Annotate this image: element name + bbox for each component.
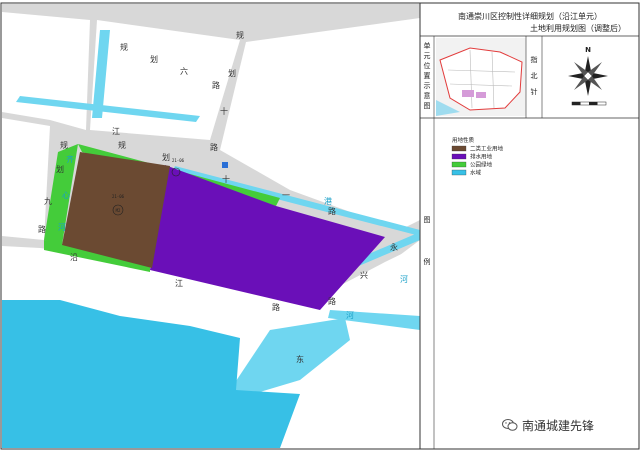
legend-label-water: 水域 [470, 169, 482, 177]
road-shi-yi-lu-char-0: 十 [222, 174, 230, 184]
road-gui-hua-liu-char-0: 规 [120, 42, 128, 52]
land-use-map: 21-06 M2 21-06 规 划 六 路 规 划 十 路 江 规 划 十 一… [0, 2, 640, 450]
watermark: 南通城建先锋 [502, 416, 594, 434]
legend-label-char-1: 例 [424, 257, 431, 266]
unit-location-label: 单 元 位 置 示 意 图 [424, 41, 431, 110]
road-gui-hua-liu-char-3: 路 [212, 80, 220, 90]
road-gui-hua-shi-char-0: 规 [236, 30, 244, 40]
road-jiang-gui-hua-char-2: 划 [162, 152, 170, 162]
unit-label-char-4: 示 [424, 82, 431, 90]
north-label: 指 北 针 [531, 55, 538, 96]
scale-bar-seg-2 [589, 102, 598, 105]
minimap-site-2 [476, 92, 486, 98]
north-label-char-0: 指 [531, 55, 538, 64]
road-shi-yi-lu-char-1: 一 [282, 191, 290, 200]
block-west [2, 118, 50, 240]
road-jiang-gui-hua-char-1: 规 [118, 140, 126, 150]
industrial-parcel-sub: M2 [116, 208, 121, 213]
water-qi-xin-he-char-0: 齐 [66, 154, 74, 164]
north-letter: N [585, 46, 591, 54]
legend-swatch-industrial [451, 145, 467, 152]
water-qi-xin-he-char-1: 心 [62, 191, 70, 200]
legend-swatch-green [451, 161, 467, 168]
road-yan-jiang-char-0: 沿 [70, 253, 78, 262]
legend-swatch-water [451, 169, 467, 176]
unit-label-char-3: 置 [424, 72, 431, 80]
unit-label-char-1: 元 [424, 52, 431, 60]
block-nw [2, 12, 90, 130]
location-minimap [436, 38, 526, 116]
road-jiang-gui-hua-char-0: 江 [112, 127, 120, 136]
title-line-2: 土地利用规划图（调整后） [530, 23, 626, 33]
road-yong-xing-char-1: 兴 [360, 271, 368, 280]
road-gui-hua-shi-char-2: 十 [220, 106, 228, 116]
unit-label-char-6: 图 [424, 102, 431, 110]
green-parcel-code: 21-06 [172, 158, 185, 163]
water-qi-xin-he-char-2: 河 [58, 222, 66, 232]
road-gui-hua-jiu-char-3: 路 [38, 224, 46, 234]
road-yong-xing-char-0: 永 [390, 242, 398, 252]
legend-title: 用地性质 [452, 136, 475, 144]
road-yong-xing-char-2: 路 [328, 296, 336, 306]
legend-label-char-0: 图 [424, 216, 431, 224]
road-yan-jiang-char-1: 江 [175, 279, 183, 288]
title-line-1: 南通崇川区控制性详细规划（沿江单元） [458, 11, 602, 21]
unit-label-char-0: 单 [424, 41, 431, 50]
water-gan-he-char-1: 河 [346, 310, 354, 320]
industrial-parcel-code: 21-06 [112, 194, 125, 199]
north-label-char-2: 针 [531, 87, 538, 96]
road-gui-hua-jiu-char-2: 九 [44, 197, 52, 206]
legend-label-drainage: 排水用地 [470, 153, 493, 161]
north-label-char-1: 北 [531, 72, 538, 80]
wechat-icon [502, 419, 518, 431]
road-gui-hua-jiu-char-0: 规 [60, 140, 68, 150]
water-gan-he-char-0: 港 [324, 196, 332, 206]
road-gui-hua-shi-char-1: 划 [228, 68, 236, 78]
water-he-char-0: 河 [400, 274, 408, 284]
station-marker [222, 162, 228, 168]
unit-label-char-5: 意 [424, 91, 431, 100]
legend-label-green: 公园绿地 [470, 161, 493, 169]
legend-swatch-drainage [451, 153, 467, 160]
road-gui-hua-jiu-char-1: 划 [56, 164, 64, 174]
minimap-site-1 [462, 90, 474, 97]
road-gui-hua-liu-char-1: 划 [150, 54, 158, 64]
road-dong-char-0: 东 [296, 354, 304, 364]
road-gui-hua-shi-char-3: 路 [210, 142, 218, 152]
unit-label-char-2: 位 [424, 61, 431, 70]
legend-label-industrial: 二类工业用地 [470, 145, 504, 153]
map-area: 21-06 M2 21-06 规 划 六 路 规 划 十 路 江 规 划 十 一… [2, 4, 420, 448]
scale-bar-seg-1 [572, 102, 581, 105]
road-yan-jiang-char-2: 路 [272, 302, 280, 312]
road-shi-yi-lu-char-2: 路 [328, 206, 336, 216]
watermark-text: 南通城建先锋 [522, 418, 595, 433]
road-gui-hua-liu-char-2: 六 [180, 66, 188, 76]
